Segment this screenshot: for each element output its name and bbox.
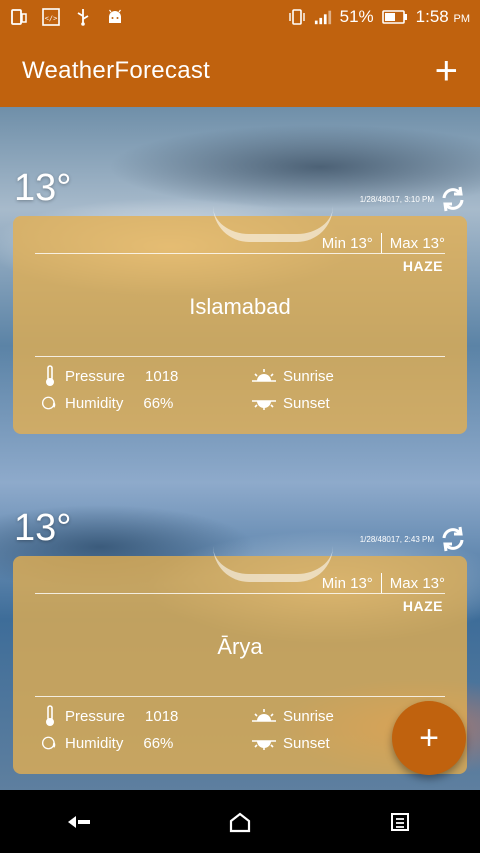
sunrise-label: Sunrise [283, 367, 334, 385]
max-value: 13° [422, 574, 445, 592]
min-max: Min 13° Max 13° [322, 573, 445, 593]
add-city-button[interactable]: + [435, 51, 458, 91]
home-icon[interactable] [220, 802, 260, 842]
android-icon [106, 8, 124, 26]
pressure-row: Pressure 1018 [41, 705, 179, 726]
humidity-icon [41, 393, 59, 413]
min-label: Min [321, 234, 346, 252]
clock-ampm: PM [453, 13, 471, 25]
humidity-value: 66% [143, 734, 174, 752]
min-label: Min [321, 574, 346, 592]
clock-time: 1:58 [415, 7, 449, 26]
status-bar: </> 51% 1:58 PM [0, 0, 480, 34]
pressure-label: Pressure [65, 367, 126, 385]
sunrise-label: Sunrise [283, 707, 334, 725]
divider [35, 593, 445, 594]
current-temperature: 13° [14, 167, 72, 209]
sunrise-row: Sunrise [251, 706, 334, 726]
divider [35, 356, 445, 357]
update-timestamp: 1/28/48017, 3:10 PM [359, 195, 434, 204]
sun-arc [213, 546, 333, 582]
thermometer-icon [41, 705, 59, 726]
pressure-label: Pressure [65, 707, 126, 725]
weather-condition: HAZE [402, 258, 443, 274]
current-temperature: 13° [14, 507, 72, 549]
signal-icon [314, 8, 332, 26]
min-max-separator [380, 233, 382, 253]
city-name: Ārya [217, 634, 263, 659]
pressure-value: 1018 [145, 707, 179, 725]
usb-icon [74, 8, 92, 26]
sunset-label: Sunset [283, 394, 330, 412]
thermometer-icon [41, 365, 59, 386]
divider [35, 253, 445, 254]
vibrate-icon [288, 8, 306, 26]
humidity-value: 66% [143, 394, 174, 412]
back-icon[interactable] [60, 802, 100, 842]
sunset-row: Sunset [251, 733, 330, 753]
battery-percent: 51% [339, 7, 374, 26]
svg-text:</>: </> [45, 15, 58, 23]
city-name: Islamabad [189, 294, 291, 319]
navigation-bar [0, 790, 480, 853]
weather-condition: HAZE [402, 598, 443, 614]
sun-arc [213, 206, 333, 242]
refresh-icon[interactable] [438, 524, 468, 554]
humidity-row: Humidity 66% [41, 393, 173, 413]
sunrise-icon [251, 706, 277, 726]
sunrise-icon [251, 366, 277, 386]
clock: 1:58 PM [416, 7, 470, 27]
add-location-fab[interactable]: + [392, 701, 466, 775]
max-label: Max [389, 234, 419, 252]
pressure-row: Pressure 1018 [41, 365, 179, 386]
humidity-icon [41, 733, 59, 753]
max-value: 13° [422, 234, 445, 252]
battery-icon [381, 8, 408, 26]
sunset-icon [251, 393, 277, 413]
min-max: Min 13° Max 13° [322, 233, 445, 253]
humidity-label: Humidity [65, 734, 124, 752]
code-icon: </> [42, 8, 60, 26]
humidity-row: Humidity 66% [41, 733, 173, 753]
min-value: 13° [350, 234, 373, 252]
sunset-icon [251, 733, 277, 753]
sunset-label: Sunset [283, 734, 330, 752]
pressure-value: 1018 [145, 367, 179, 385]
recent-apps-icon[interactable] [380, 802, 420, 842]
app-bar: WeatherForecast + [0, 34, 480, 107]
min-max-separator [380, 573, 382, 593]
max-label: Max [389, 574, 419, 592]
phone-icon [10, 8, 28, 26]
weather-list[interactable]: 13° 1/28/48017, 3:10 PM Min 13° Max 13° … [0, 107, 480, 790]
humidity-label: Humidity [65, 394, 124, 412]
min-value: 13° [350, 574, 373, 592]
sunset-row: Sunset [251, 393, 330, 413]
sunrise-row: Sunrise [251, 366, 334, 386]
app-title: WeatherForecast [22, 56, 211, 84]
divider [35, 696, 445, 697]
refresh-icon[interactable] [438, 184, 468, 214]
weather-card[interactable]: Min 13° Max 13° HAZE Islamabad Pressure … [13, 216, 467, 434]
update-timestamp: 1/28/48017, 2:43 PM [359, 535, 434, 544]
